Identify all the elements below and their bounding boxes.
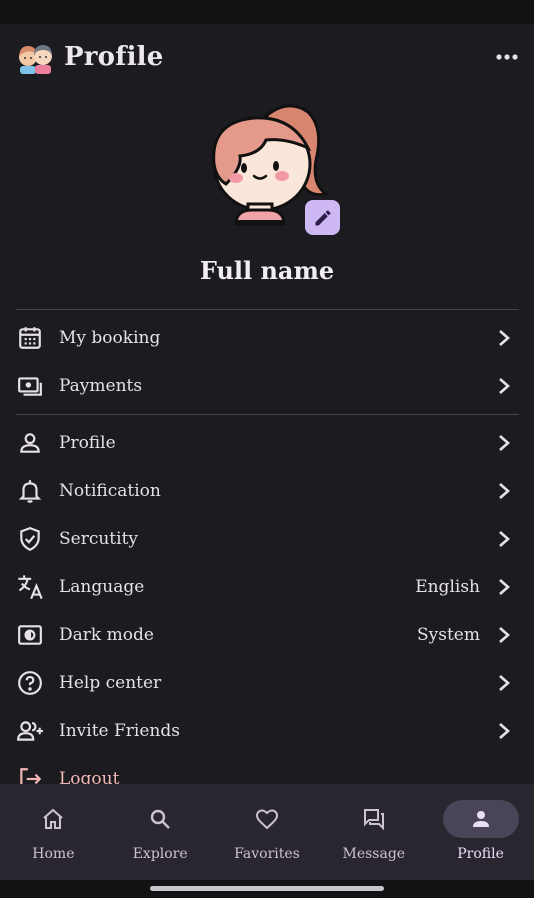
nav-item-home[interactable]: Home [0,784,107,880]
divider [16,309,519,310]
chevron-right-icon [494,529,514,549]
menu-item-label: My booking [59,328,161,348]
pencil-icon [315,209,331,225]
nav-label: Favorites [234,846,300,862]
menu-item-label: Payments [59,376,143,396]
menu-item-invite-friends[interactable]: Invite Friends [0,707,534,755]
menu-item-payments[interactable]: Payments [0,362,534,410]
nav-label: Explore [132,846,188,862]
menu-item-notification[interactable]: Notification [0,467,534,515]
menu-item-security[interactable]: Sercutity [0,515,534,563]
translate-icon [16,573,44,601]
bell-icon [16,477,44,505]
chevron-right-icon [494,673,514,693]
menu-item-help-center[interactable]: Help center [0,659,534,707]
chevron-right-icon [494,481,514,501]
menu-item-label: Dark mode [59,625,154,645]
home-icon [15,800,91,838]
calendar-icon [16,324,44,352]
chevron-right-icon [494,328,514,348]
chevron-right-icon [494,433,514,453]
more-horiz-icon [496,54,518,60]
menu-item-label: Help center [59,673,162,693]
gesture-navigation-area [0,880,534,898]
menu-item-label: Profile [59,433,116,453]
person-icon [16,429,44,457]
menu-item-language[interactable]: Language English [0,563,534,611]
menu-item-label: Language [59,577,145,597]
divider [16,414,519,415]
chevron-right-icon [494,577,514,597]
shield-check-icon [16,525,44,553]
dark-mode-value: System [417,625,480,645]
edit-avatar-button[interactable] [305,200,340,235]
search-icon [122,800,198,838]
nav-label: Home [32,846,75,862]
nav-item-explore[interactable]: Explore [107,784,214,880]
menu-item-label: Notification [59,481,161,501]
chevron-right-icon [494,376,514,396]
menu-item-dark-mode[interactable]: Dark mode System [0,611,534,659]
couple-avatar-logo [19,45,52,74]
menu-item-label: Invite Friends [59,721,180,741]
language-value: English [415,577,480,597]
menu-item-label: Sercutity [59,529,139,549]
bottom-navigation: Home Explore Favorites Message Profile [0,784,534,880]
menu-item-my-booking[interactable]: My booking [0,314,534,362]
top-app-bar: Profile [0,24,534,90]
nav-label: Message [342,846,406,862]
menu-item-profile[interactable]: Profile [0,419,534,467]
nav-item-profile[interactable]: Profile [427,784,534,880]
chevron-right-icon [494,625,514,645]
status-bar [0,0,534,24]
profile-full-name: Full name [199,256,335,285]
nav-item-favorites[interactable]: Favorites [214,784,321,880]
payments-icon [16,372,44,400]
person-add-icon [16,717,44,745]
heart-icon [229,800,305,838]
forum-icon [336,800,412,838]
gesture-handle[interactable] [150,886,384,891]
dark-mode-icon [16,621,44,649]
help-circle-icon [16,669,44,697]
nav-label: Profile [457,846,504,862]
person-icon [442,800,519,838]
nav-item-message[interactable]: Message [320,784,427,880]
page-title: Profile [64,42,164,72]
more-options-button[interactable] [494,44,520,70]
chevron-right-icon [494,721,514,741]
